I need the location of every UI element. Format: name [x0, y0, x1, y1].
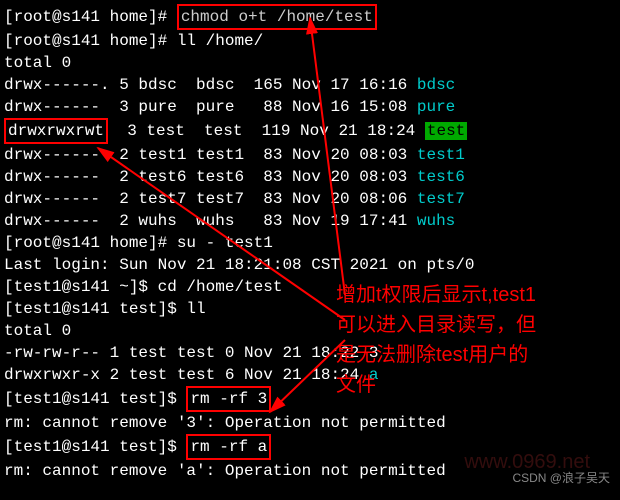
shell-prompt: [root@s141 home]# — [4, 8, 177, 26]
annotation-line: 是无法删除test用户的 — [336, 340, 616, 370]
ls-detail: drwx------ 2 test7 test7 83 Nov 20 08:06 — [4, 190, 417, 208]
highlight-sticky-perms: drwxrwxrwt — [4, 118, 108, 144]
shell-prompt: [test1@s141 test]$ — [4, 390, 186, 408]
annotation-line: 文件 — [336, 370, 616, 400]
csdn-watermark: CSDN @浪子吴天 — [512, 469, 610, 486]
shell-prompt: [test1@s141 test]$ — [4, 438, 186, 456]
ls-row: drwx------ 2 wuhs wuhs 83 Nov 19 17:41 w… — [4, 210, 616, 232]
ls-row: drwxrwxrwt 3 test test 119 Nov 21 18:24 … — [4, 118, 616, 144]
annotation-text: 增加t权限后显示t,test1 可以进入目录读写，但 是无法删除test用户的 … — [336, 280, 616, 400]
ls-detail: drwx------ 2 test6 test6 83 Nov 20 08:03 — [4, 168, 417, 186]
error-line: rm: cannot remove '3': Operation not per… — [4, 412, 616, 434]
terminal-line: Last login: Sun Nov 21 18:21:08 CST 2021… — [4, 254, 616, 276]
terminal-line: [root@s141 home]# chmod o+t /home/test — [4, 4, 616, 30]
ls-row: drwx------ 2 test6 test6 83 Nov 20 08:03… — [4, 166, 616, 188]
terminal-line: [root@s141 home]# ll /home/ — [4, 30, 616, 52]
ls-detail: 3 test test 119 Nov 21 18:24 — [108, 122, 425, 140]
highlight-rm-a: rm -rf a — [186, 434, 271, 460]
dir-bdsc: bdsc — [417, 76, 455, 94]
ls-row: drwx------. 5 bdsc bdsc 165 Nov 17 16:16… — [4, 74, 616, 96]
annotation-line: 可以进入目录读写，但 — [336, 310, 616, 340]
terminal-line: total 0 — [4, 52, 616, 74]
ls-detail: drwx------ 3 pure pure 88 Nov 16 15:08 — [4, 98, 417, 116]
dir-test1: test1 — [417, 146, 465, 164]
ls-detail: drwx------ 2 test1 test1 83 Nov 20 08:03 — [4, 146, 417, 164]
ls-row: drwx------ 2 test7 test7 83 Nov 20 08:06… — [4, 188, 616, 210]
highlight-chmod-cmd: chmod o+t /home/test — [177, 4, 377, 30]
ls-detail: drwx------. 5 bdsc bdsc 165 Nov 17 16:16 — [4, 76, 417, 94]
ls-row: drwx------ 2 test1 test1 83 Nov 20 08:03… — [4, 144, 616, 166]
ls-detail: drwx------ 2 wuhs wuhs 83 Nov 19 17:41 — [4, 212, 417, 230]
dir-pure: pure — [417, 98, 455, 116]
dir-test7: test7 — [417, 190, 465, 208]
dir-wuhs: wuhs — [417, 212, 455, 230]
annotation-line: 增加t权限后显示t,test1 — [336, 280, 616, 310]
dir-test-sticky: test — [425, 122, 467, 140]
highlight-rm-3: rm -rf 3 — [186, 386, 271, 412]
dir-test6: test6 — [417, 168, 465, 186]
ls-detail: drwxrwxr-x 2 test test 6 Nov 21 18:24 — [4, 366, 369, 384]
terminal-line: [root@s141 home]# su - test1 — [4, 232, 616, 254]
ls-row: drwx------ 3 pure pure 88 Nov 16 15:08 p… — [4, 96, 616, 118]
